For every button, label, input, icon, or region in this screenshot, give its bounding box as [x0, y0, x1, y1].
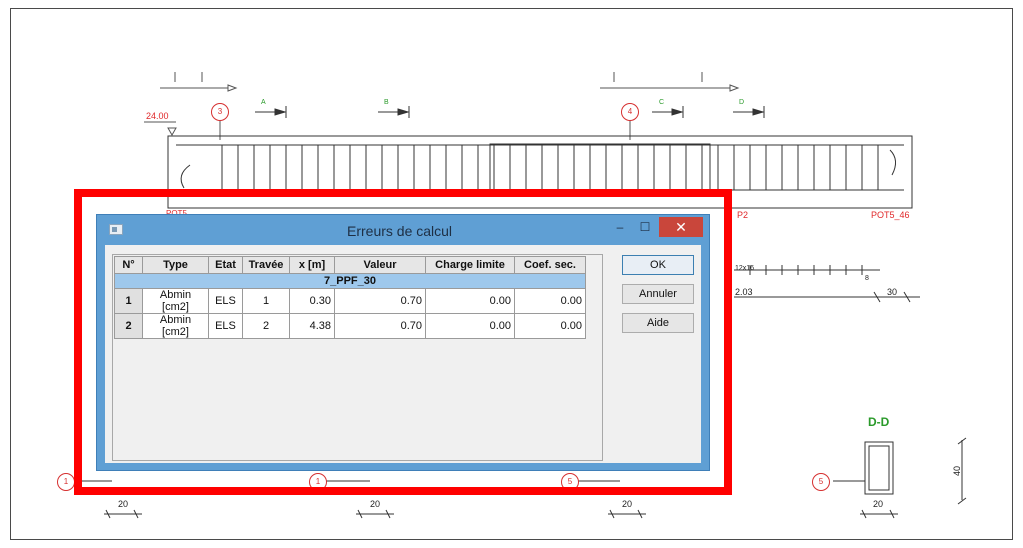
dim-bottom: 20	[118, 499, 129, 509]
dim-bottom: 20	[622, 499, 633, 509]
errors-grid[interactable]: N° Type Etat Travée x [m] Valeur Charge …	[112, 254, 603, 461]
axis-bubble: 3	[211, 103, 229, 121]
section-mark-c: C	[659, 99, 665, 106]
cell-coef: 0.00	[514, 288, 586, 314]
column-header[interactable]: Valeur	[334, 256, 426, 274]
column-header[interactable]: Coef. sec.	[514, 256, 586, 274]
table-row[interactable]: 1 Abmin [cm2] ELS 1 0.30 0.70 0.00 0.00	[114, 288, 586, 314]
span-label: P2	[737, 210, 749, 220]
cell-charge: 0.00	[425, 288, 515, 314]
beam-label-right: POT5_46	[871, 210, 910, 220]
rebar-small-label: 8	[865, 275, 869, 282]
cell-x: 0.30	[289, 288, 335, 314]
error-dialog[interactable]: Erreurs de calcul – ☐ ✕ N° Type Etat Tra…	[96, 214, 710, 471]
cell-valeur: 0.70	[334, 313, 426, 339]
column-header[interactable]: Etat	[208, 256, 243, 274]
cell-etat: ELS	[208, 313, 243, 339]
column-header[interactable]: N°	[114, 256, 143, 274]
errors-table: N° Type Etat Travée x [m] Valeur Charge …	[114, 256, 586, 339]
cell-coef: 0.00	[514, 313, 586, 339]
axis-bubble: 4	[621, 103, 639, 121]
cell-charge: 0.00	[425, 313, 515, 339]
level-label: 24.00	[146, 111, 169, 121]
group-row[interactable]: 7_PPF_30	[114, 273, 586, 289]
column-header[interactable]: Travée	[242, 256, 290, 274]
app-icon	[109, 224, 123, 235]
cell-travee: 2	[242, 313, 290, 339]
dim-value-a: 2.03	[735, 287, 753, 297]
cell-type: Abmin [cm2]	[142, 313, 209, 339]
section-mark-d: D	[739, 99, 745, 106]
dim-value-b: 30	[887, 287, 898, 297]
cell-travee: 1	[242, 288, 290, 314]
dialog-title: Erreurs de calcul	[347, 223, 453, 239]
axis-bubble: 1	[57, 473, 75, 491]
cell-type: Abmin [cm2]	[142, 288, 209, 314]
rebar-label: 12x16	[735, 265, 755, 272]
column-header[interactable]: Type	[142, 256, 209, 274]
cell-valeur: 0.70	[334, 288, 426, 314]
section-title: D-D	[868, 415, 890, 429]
header-row: N° Type Etat Travée x [m] Valeur Charge …	[114, 256, 586, 274]
dialog-titlebar[interactable]: Erreurs de calcul – ☐ ✕	[97, 215, 709, 245]
dim-bottom: 20	[370, 499, 381, 509]
cancel-button[interactable]: Annuler	[622, 284, 694, 304]
axis-bubble: 5	[812, 473, 830, 491]
maximize-button[interactable]: ☐	[635, 217, 655, 237]
dim-bottom: 20	[873, 499, 884, 509]
column-header[interactable]: Charge limite	[425, 256, 515, 274]
row-number: 2	[114, 313, 143, 339]
cell-etat: ELS	[208, 288, 243, 314]
column-header[interactable]: x [m]	[289, 256, 335, 274]
close-button[interactable]: ✕	[659, 217, 703, 237]
help-button[interactable]: Aide	[622, 313, 694, 333]
row-number: 1	[114, 288, 143, 314]
dialog-client: N° Type Etat Travée x [m] Valeur Charge …	[105, 245, 701, 463]
table-row[interactable]: 2 Abmin [cm2] ELS 2 4.38 0.70 0.00 0.00	[114, 313, 586, 339]
group-label: 7_PPF_30	[114, 273, 586, 289]
cell-x: 4.38	[289, 313, 335, 339]
dim-height: 40	[952, 465, 963, 477]
minimize-button[interactable]: –	[609, 217, 631, 237]
ok-button[interactable]: OK	[622, 255, 694, 275]
section-mark-b: B	[384, 99, 389, 106]
section-mark-a: A	[261, 99, 266, 106]
